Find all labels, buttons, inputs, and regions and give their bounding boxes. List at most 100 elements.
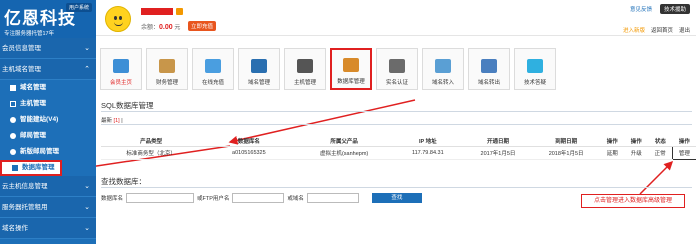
tile-1[interactable]: 财务管理 <box>146 48 188 90</box>
tile-0[interactable]: 会员主页 <box>100 48 142 90</box>
username-redacted <box>141 8 173 15</box>
mail-icon <box>10 149 16 155</box>
quick-access-tiles: 会员主页 财务管理 在线充值 域名管理 主机管理 数据库管理 实名认证 域名转入 域名转出 技术答… <box>100 48 556 90</box>
col-open: 开通日期 <box>463 136 533 147</box>
logo: 亿恩科技 专注服务器托管17年 用户系统 <box>0 0 96 38</box>
page-title: SQL数据库管理 <box>101 101 154 110</box>
tile-2[interactable]: 在线充值 <box>192 48 234 90</box>
tile-4[interactable]: 主机管理 <box>284 48 326 90</box>
recharge-button[interactable]: 立即充值 <box>188 21 217 31</box>
avatar[interactable] <box>105 6 131 32</box>
manage-link[interactable]: 管理 <box>671 145 696 160</box>
item-label: 主机管理 <box>20 100 46 107</box>
table-header-row: 产品类型 数据库名 所属父产品 IP 地址 开通日期 到期日期 操作 操作 状态… <box>101 136 696 147</box>
tile-9[interactable]: 技术答疑 <box>514 48 556 90</box>
group-label: 服务器托管租用 <box>2 204 48 211</box>
host-icon <box>10 101 16 107</box>
support-button[interactable]: 技术援助 <box>659 4 690 14</box>
tile-7[interactable]: 域名转入 <box>422 48 464 90</box>
group-label: 会员信息管理 <box>2 45 41 52</box>
balance-value: 0.00 <box>159 24 173 31</box>
renew-link[interactable]: 延期 <box>600 146 625 160</box>
ftp-user-input[interactable] <box>232 193 285 203</box>
menu-group-member[interactable]: 会员信息管理 ⌄ <box>0 38 96 59</box>
database-icon <box>12 165 18 171</box>
sidebar-item-new-mailbox[interactable]: 新版邮局管理 <box>0 144 96 160</box>
tile-label: 技术答疑 <box>523 80 546 86</box>
top-right-links: 意见反馈 技术援助 <box>630 4 690 14</box>
status-badge: 正常 <box>648 146 673 160</box>
db-name-label: 数据库名 <box>101 196 124 202</box>
brand-slogan: 专注服务器托管17年 <box>4 31 55 37</box>
col-ip: IP 地址 <box>391 136 464 147</box>
chevron-down-icon: ⌄ <box>84 225 90 232</box>
tab-bar: 最新 [1] | <box>101 116 123 124</box>
group-label: 主机域名管理 <box>2 66 41 73</box>
user-system-tag: 用户系统 <box>65 3 92 12</box>
sidebar-item-database[interactable]: 数据库管理 <box>0 160 62 176</box>
menu-group-domain-ops[interactable]: 域名操作 ⌄ <box>0 218 96 239</box>
tile-icon <box>481 59 497 73</box>
item-label: 邮局管理 <box>20 132 46 139</box>
cell-db: a0105165325 <box>201 146 297 160</box>
search-section-title: 查找数据库： <box>101 177 146 186</box>
col-op3: 操作 <box>672 136 696 147</box>
tile-label: 会员主页 <box>109 80 132 86</box>
sidebar-item-domain[interactable]: 域名管理 <box>0 80 96 96</box>
item-label: 新版邮局管理 <box>20 148 59 155</box>
chevron-down-icon: ⌄ <box>84 183 90 190</box>
tile-icon <box>159 59 175 73</box>
tile-icon <box>251 59 267 73</box>
divider <box>101 187 692 188</box>
tile-label: 域名转入 <box>431 80 454 86</box>
mail-icon <box>10 133 16 139</box>
tile-label: 域名转出 <box>477 80 500 86</box>
tile-5[interactable]: 数据库管理 <box>330 48 372 90</box>
cell-type: 标准商务型（北京） <box>101 146 202 160</box>
menu-group-host-domain[interactable]: 主机域名管理 ⌃ <box>0 59 96 80</box>
db-name-input[interactable] <box>126 193 195 203</box>
tile-3[interactable]: 域名管理 <box>238 48 280 90</box>
item-label: 智能建站(V4) <box>20 116 59 123</box>
tile-icon <box>343 58 359 72</box>
menu-group-server[interactable]: 服务器托管租用 ⌄ <box>0 197 96 218</box>
sidebar: 亿恩科技 专注服务器托管17年 用户系统 会员信息管理 ⌄ 主机域名管理 ⌃ 域名管… <box>0 0 96 244</box>
sidebar-item-smart-site[interactable]: 智能建站(V4) <box>0 112 96 128</box>
tile-icon <box>205 59 221 73</box>
domain-input[interactable] <box>306 193 359 203</box>
search-form: 数据库名 或FTP用户名 或域名 查找 <box>101 193 422 203</box>
vip-icon <box>176 8 183 15</box>
chevron-up-icon: ⌃ <box>84 66 90 73</box>
domain-icon <box>10 85 16 91</box>
upgrade-link[interactable]: 升级 <box>624 146 649 160</box>
tile-6[interactable]: 实名认证 <box>376 48 418 90</box>
chevron-down-icon: ⌄ <box>84 204 90 211</box>
cell-parent: 虚拟主机(sanhepm) <box>296 146 392 160</box>
col-op2: 操作 <box>624 136 649 147</box>
home-link[interactable]: 返回首页 <box>651 26 673 34</box>
item-label: 域名管理 <box>20 84 46 91</box>
group-label: 云主机信息管理 <box>2 183 48 190</box>
enter-new-link[interactable]: 进入新版 <box>623 26 645 34</box>
cell-open: 2017年1月5日 <box>463 146 533 160</box>
logout-link[interactable]: 退出 <box>679 26 690 34</box>
group-label: 域名操作 <box>2 225 28 232</box>
menu-group-cloud[interactable]: 云主机信息管理 ⌄ <box>0 176 96 197</box>
col-status: 状态 <box>648 136 673 147</box>
tile-icon <box>389 59 405 73</box>
item-label: 数据库管理 <box>22 164 55 171</box>
tile-icon <box>297 59 313 73</box>
divider <box>101 124 692 125</box>
search-button[interactable]: 查找 <box>371 193 422 203</box>
database-table: 产品类型 数据库名 所属父产品 IP 地址 开通日期 到期日期 操作 操作 状态… <box>101 136 696 160</box>
tile-label: 在线充值 <box>201 80 224 86</box>
sidebar-item-host[interactable]: 主机管理 <box>0 96 96 112</box>
feedback-link[interactable]: 意见反馈 <box>630 5 652 13</box>
domain-label: 或域名 <box>287 196 304 202</box>
tile-8[interactable]: 域名转出 <box>468 48 510 90</box>
site-icon <box>10 117 16 123</box>
sidebar-item-mailbox[interactable]: 邮局管理 <box>0 128 96 144</box>
tile-icon <box>113 59 129 73</box>
tile-icon <box>527 59 543 73</box>
tile-label: 实名认证 <box>385 80 408 86</box>
